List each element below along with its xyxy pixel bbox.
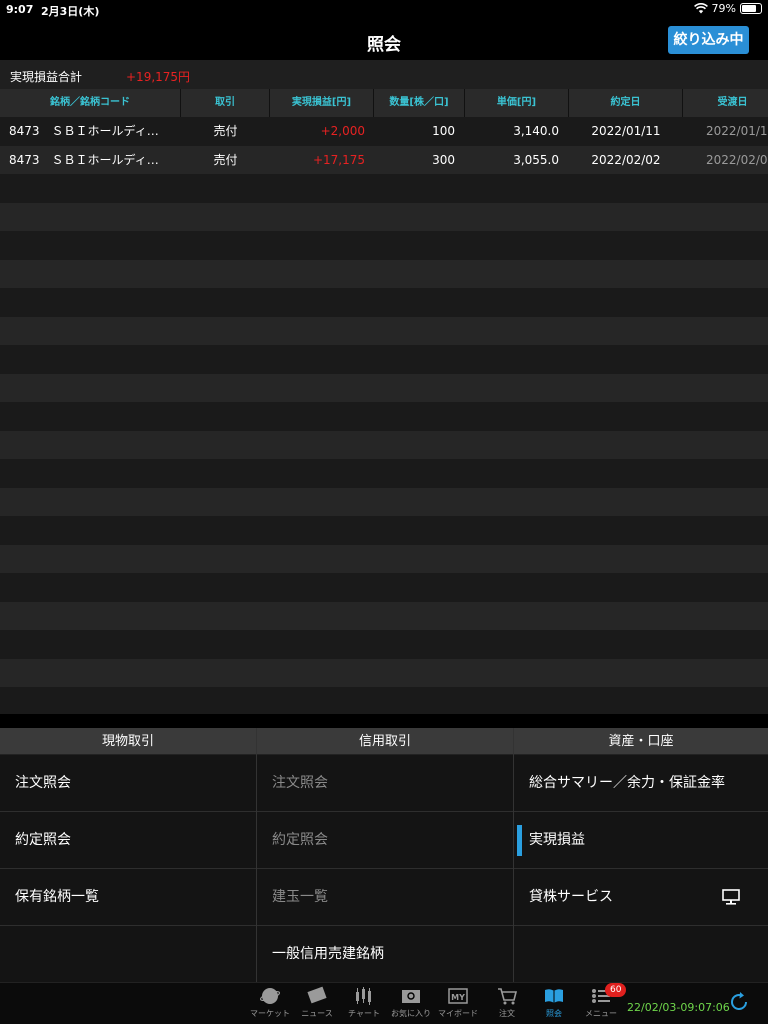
newspaper-icon — [307, 986, 327, 1004]
notification-badge: 60 — [605, 983, 627, 997]
empty-row — [0, 687, 768, 714]
server-clock: 22/02/03-09:07:06 — [627, 1001, 730, 1014]
tab-market[interactable]: マーケット — [248, 986, 292, 1019]
nav-header: 照会 絞り込み中 — [0, 20, 768, 60]
menu-item-summary[interactable]: 総合サマリー／余力・保証金率 — [514, 755, 768, 812]
tab-bar: マーケット ニュース チャート お気に入り MY マイボード 注文 照会 メニュ… — [0, 982, 768, 1024]
empty-row — [0, 459, 768, 488]
empty-row — [0, 231, 768, 260]
realized-profit-total-row: 実現損益合計 +19,175円 — [0, 60, 768, 89]
filter-button[interactable]: 絞り込み中 — [668, 26, 749, 54]
table-header: 銘柄／銘柄コード 取引 実現損益[円] 数量[株／口] 単価[円] 約定日 受渡… — [0, 89, 768, 117]
empty-row — [0, 174, 768, 203]
table-row[interactable]: 8473 ＳＢＩホールディ… 売付 +2,000 100 3,140.0 202… — [0, 117, 768, 146]
empty-row — [0, 658, 768, 687]
status-time: 9:07 — [6, 3, 34, 16]
book-icon — [545, 989, 563, 1003]
column-header-trade[interactable]: 取引 — [181, 89, 270, 117]
battery-icon — [740, 3, 762, 14]
menu-item-holdings[interactable]: 保有銘柄一覧 — [0, 869, 256, 926]
empty-row — [0, 288, 768, 317]
cell-exec-date: 2022/01/11 — [591, 124, 661, 138]
myboard-icon: MY — [448, 988, 468, 1004]
column-header-settle-date[interactable]: 受渡日 — [683, 89, 768, 117]
tab-chart[interactable]: チャート — [342, 986, 386, 1019]
menu-column-assets: 資産・口座 総合サマリー／余力・保証金率 実現損益 貸株サービス — [514, 728, 768, 982]
wifi-icon — [693, 3, 708, 14]
svg-text:MY: MY — [451, 993, 465, 1002]
cell-exec-date: 2022/02/02 — [591, 152, 661, 167]
menu-column-cash: 現物取引 注文照会 約定照会 保有銘柄一覧 — [0, 728, 257, 982]
total-value: +19,175円 — [126, 70, 191, 84]
cell-stock: 8473 ＳＢＩホールディ… — [9, 124, 159, 138]
empty-row — [0, 487, 768, 516]
cart-icon — [498, 988, 518, 1005]
cell-settle-date: 2022/02/04 — [706, 152, 768, 167]
total-label: 実現損益合計 — [10, 70, 83, 84]
empty-row — [0, 402, 768, 431]
page-title: 照会 — [367, 35, 401, 55]
column-header-quantity[interactable]: 数量[株／口] — [374, 89, 465, 117]
empty-row — [0, 601, 768, 630]
candlestick-icon — [356, 987, 371, 1005]
table-body: 8473 ＳＢＩホールディ… 売付 +2,000 100 3,140.0 202… — [0, 117, 768, 714]
column-header-stock[interactable]: 銘柄／銘柄コード — [0, 89, 181, 117]
cell-quantity: 100 — [432, 124, 455, 138]
tab-order[interactable]: 注文 — [485, 986, 529, 1019]
globe-icon — [259, 988, 281, 1004]
cell-quantity: 300 — [432, 152, 455, 167]
empty-row — [0, 373, 768, 402]
table-row[interactable]: 8473 ＳＢＩホールディ… 売付 +17,175 300 3,055.0 20… — [0, 145, 768, 174]
empty-row — [0, 345, 768, 374]
menu-item-margin-order-inquiry: 注文照会 — [257, 755, 513, 812]
tab-myboard[interactable]: MY マイボード — [436, 986, 480, 1019]
tab-favorites[interactable]: お気に入り — [389, 986, 433, 1019]
cell-price: 3,055.0 — [513, 152, 559, 167]
menu-column-margin: 信用取引 注文照会 約定照会 建玉一覧 一般信用売建銘柄 — [257, 728, 514, 982]
column-header-profit[interactable]: 実現損益[円] — [270, 89, 374, 117]
cell-profit: +2,000 — [320, 124, 365, 138]
folder-search-icon — [402, 990, 420, 1003]
empty-row — [0, 202, 768, 231]
menu-header-assets: 資産・口座 — [514, 728, 768, 755]
refresh-icon[interactable] — [728, 991, 750, 1013]
menu-item-realized-profit[interactable]: 実現損益 — [514, 812, 768, 869]
empty-row — [0, 259, 768, 288]
menu-item-general-margin-short[interactable]: 一般信用売建銘柄 — [257, 926, 513, 983]
empty-row — [0, 430, 768, 459]
menu-header-cash: 現物取引 — [0, 728, 256, 755]
cell-trade: 売付 — [213, 152, 238, 167]
empty-row — [0, 544, 768, 573]
column-header-price[interactable]: 単価[円] — [465, 89, 569, 117]
cell-settle-date: 2022/01/13 — [706, 124, 768, 138]
menu-item-stock-lending-label: 貸株サービス — [529, 889, 613, 905]
bottom-menu: 現物取引 注文照会 約定照会 保有銘柄一覧 信用取引 注文照会 約定照会 建玉一… — [0, 728, 768, 982]
monitor-icon[interactable] — [722, 889, 740, 905]
cell-trade: 売付 — [213, 124, 238, 138]
cell-profit: +17,175 — [312, 152, 365, 167]
tab-news[interactable]: ニュース — [295, 986, 339, 1019]
menu-item-margin-execution-inquiry: 約定照会 — [257, 812, 513, 869]
menu-item-stock-lending[interactable]: 貸株サービス — [514, 869, 768, 926]
battery-percent: 79% — [711, 2, 736, 15]
menu-item-empty — [0, 926, 256, 983]
empty-row — [0, 573, 768, 602]
menu-item-positions: 建玉一覧 — [257, 869, 513, 926]
status-date: 2月3日(木) — [41, 5, 100, 18]
menu-item-empty — [514, 926, 768, 983]
tab-inquiry[interactable]: 照会 — [532, 986, 576, 1019]
cell-stock: 8473 ＳＢＩホールディ… — [9, 152, 159, 167]
empty-row — [0, 516, 768, 545]
empty-row — [0, 630, 768, 659]
menu-header-margin: 信用取引 — [257, 728, 513, 755]
status-bar: 9:07 2月3日(木) 79% — [0, 0, 768, 20]
column-header-exec-date[interactable]: 約定日 — [569, 89, 683, 117]
tab-menu[interactable]: メニュー 60 — [579, 983, 627, 1019]
menu-item-order-inquiry[interactable]: 注文照会 — [0, 755, 256, 812]
menu-item-execution-inquiry[interactable]: 約定照会 — [0, 812, 256, 869]
empty-row — [0, 316, 768, 345]
cell-price: 3,140.0 — [513, 124, 559, 138]
